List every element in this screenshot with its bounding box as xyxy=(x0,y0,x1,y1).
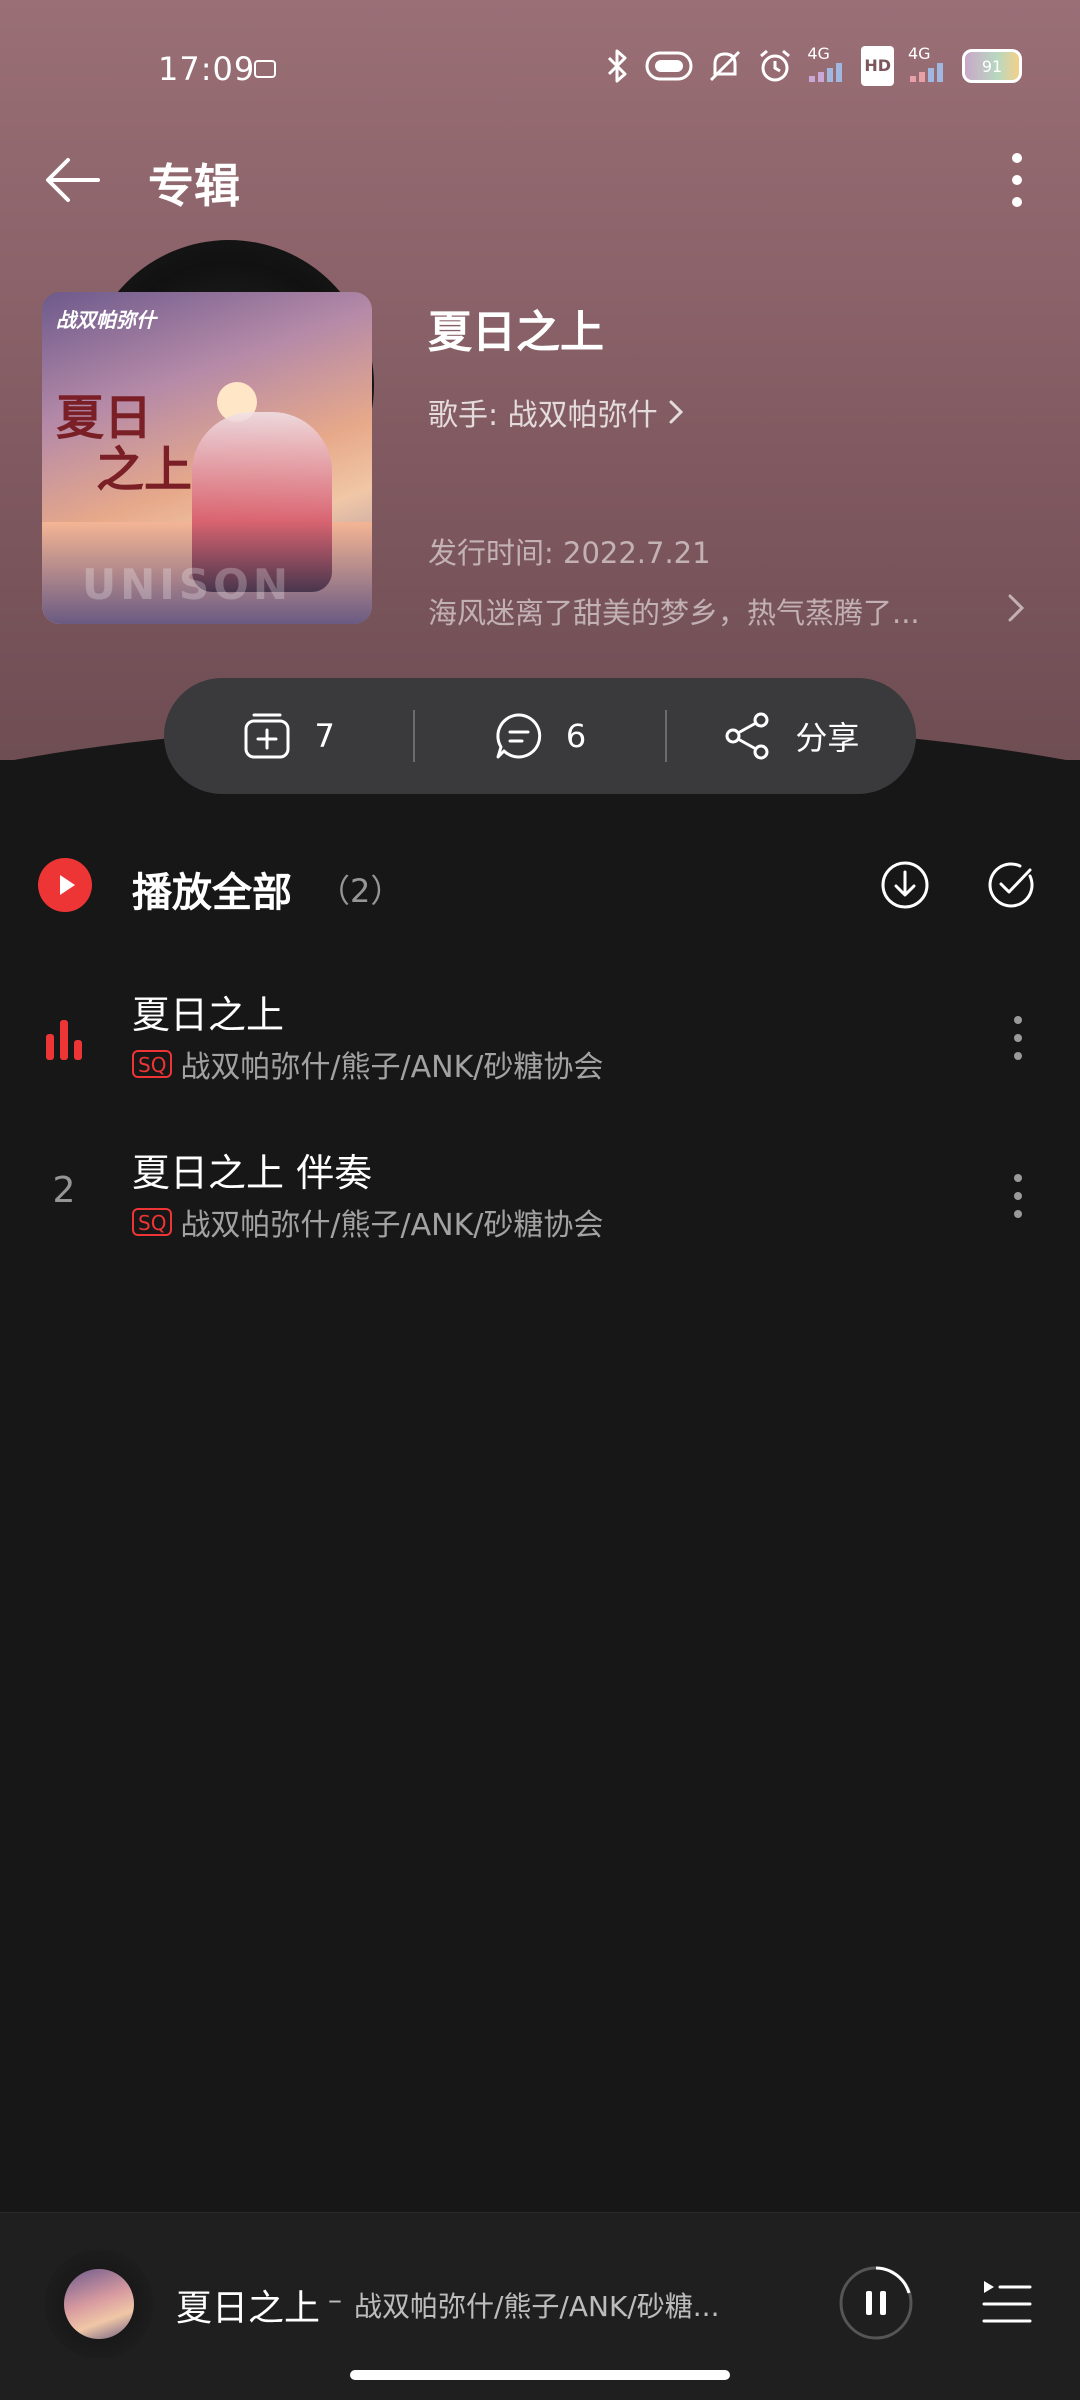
sq-quality-badge: SQ xyxy=(132,1050,173,1078)
collect-button[interactable]: 7 xyxy=(164,678,413,794)
download-all-icon[interactable] xyxy=(880,860,930,910)
cover-title: 夏日 之上 xyxy=(56,392,192,496)
cover-brand: 战双帕弥什 xyxy=(56,308,156,332)
bluetooth-icon xyxy=(603,46,631,86)
album-screen: 17:09 4G HD 4G 91 专辑 战双帕弥什 夏日 之上 UNISON … xyxy=(0,0,1080,2400)
share-icon xyxy=(725,712,769,760)
playlist-queue-icon[interactable] xyxy=(980,2277,1034,2331)
status-time: 17:09 xyxy=(158,50,256,88)
track-more-icon[interactable] xyxy=(1004,1008,1032,1068)
track-subtitle: SQ 战双帕弥什/熊子/ANK/砂糖协会 xyxy=(132,1042,603,1086)
mini-player-cover xyxy=(64,2269,134,2339)
status-bar: 17:09 4G HD 4G 91 xyxy=(0,0,1080,140)
page-title: 专辑 xyxy=(148,159,240,213)
chevron-right-icon xyxy=(669,400,683,424)
comment-count: 6 xyxy=(565,717,587,755)
album-action-bar: 7 6 分享 xyxy=(164,678,916,794)
mini-player-artist: 战双帕弥什/熊子/ANK/砂糖... xyxy=(354,2290,720,2323)
track-title: 夏日之上 伴奏 xyxy=(132,1151,373,1195)
share-button[interactable]: 分享 xyxy=(667,678,916,794)
release-date: 发行时间: 2022.7.21 xyxy=(428,536,711,570)
track-title: 夏日之上 xyxy=(132,993,285,1037)
hd-label: HD xyxy=(861,46,894,86)
album-description[interactable]: 海风迷离了甜美的梦乡，热气蒸腾了... xyxy=(428,590,968,632)
mini-player-title: 夏日之上 xyxy=(176,2288,321,2329)
share-label: 分享 xyxy=(795,719,860,757)
screenshot-notification-icon xyxy=(254,60,276,78)
pause-button[interactable] xyxy=(838,2265,914,2341)
mute-icon xyxy=(707,46,743,86)
multi-select-icon[interactable] xyxy=(986,860,1036,910)
track-more-icon[interactable] xyxy=(1004,1166,1032,1226)
signal-1-icon: 4G xyxy=(807,46,847,86)
track-artists: 战双帕弥什/熊子/ANK/砂糖协会 xyxy=(180,1208,604,1243)
collect-count: 7 xyxy=(314,717,335,755)
track-row[interactable]: 夏日之上 SQ 战双帕弥什/熊子/ANK/砂糖协会 xyxy=(0,974,1080,1114)
play-all-count: （2） xyxy=(318,872,403,910)
cover-watermark: UNISON xyxy=(82,560,292,609)
sq-quality-badge: SQ xyxy=(132,1208,173,1236)
title-bar: 专辑 xyxy=(0,130,1080,230)
play-all-row[interactable]: 播放全部 （2） xyxy=(0,840,1080,930)
cover-title-line-1: 夏日 xyxy=(56,390,153,446)
cover-title-line-2: 之上 xyxy=(96,442,193,498)
alarm-icon xyxy=(757,46,793,86)
back-arrow-icon[interactable] xyxy=(40,146,108,214)
album-cover[interactable]: 战双帕弥什 夏日 之上 UNISON xyxy=(42,292,372,624)
track-subtitle: SQ 战双帕弥什/熊子/ANK/砂糖协会 xyxy=(132,1200,603,1244)
network-1-label: 4G xyxy=(807,44,830,63)
status-icons: 4G HD 4G 91 xyxy=(603,46,1022,86)
nfc-icon xyxy=(645,46,693,86)
more-options-icon[interactable] xyxy=(992,140,1042,220)
home-indicator[interactable] xyxy=(350,2370,730,2380)
play-all-icon[interactable] xyxy=(38,858,92,912)
artist-link[interactable]: 歌手: 战双帕弥什 xyxy=(428,390,686,434)
comment-icon xyxy=(496,713,541,759)
add-to-collection-icon xyxy=(244,713,290,759)
battery-level: 91 xyxy=(981,56,1003,76)
signal-2-icon: 4G xyxy=(908,46,948,86)
artist-label: 歌手: 战双帕弥什 xyxy=(428,398,658,433)
comment-button[interactable]: 6 xyxy=(415,678,664,794)
mini-player-separator: – xyxy=(328,2283,342,2316)
description-chevron-icon[interactable] xyxy=(1004,590,1028,626)
network-2-label: 4G xyxy=(908,44,931,63)
hd-icon: HD xyxy=(861,46,894,86)
mini-player-disc[interactable] xyxy=(44,2249,154,2359)
battery-icon: 91 xyxy=(962,49,1022,83)
track-row[interactable]: 2 夏日之上 伴奏 SQ 战双帕弥什/熊子/ANK/砂糖协会 xyxy=(0,1132,1080,1272)
album-title: 夏日之上 xyxy=(428,307,604,358)
track-index: 2 xyxy=(52,1170,76,1211)
track-artists: 战双帕弥什/熊子/ANK/砂糖协会 xyxy=(180,1050,604,1085)
now-playing-bars-icon xyxy=(46,1020,82,1060)
play-all-label: 播放全部 xyxy=(132,870,292,916)
